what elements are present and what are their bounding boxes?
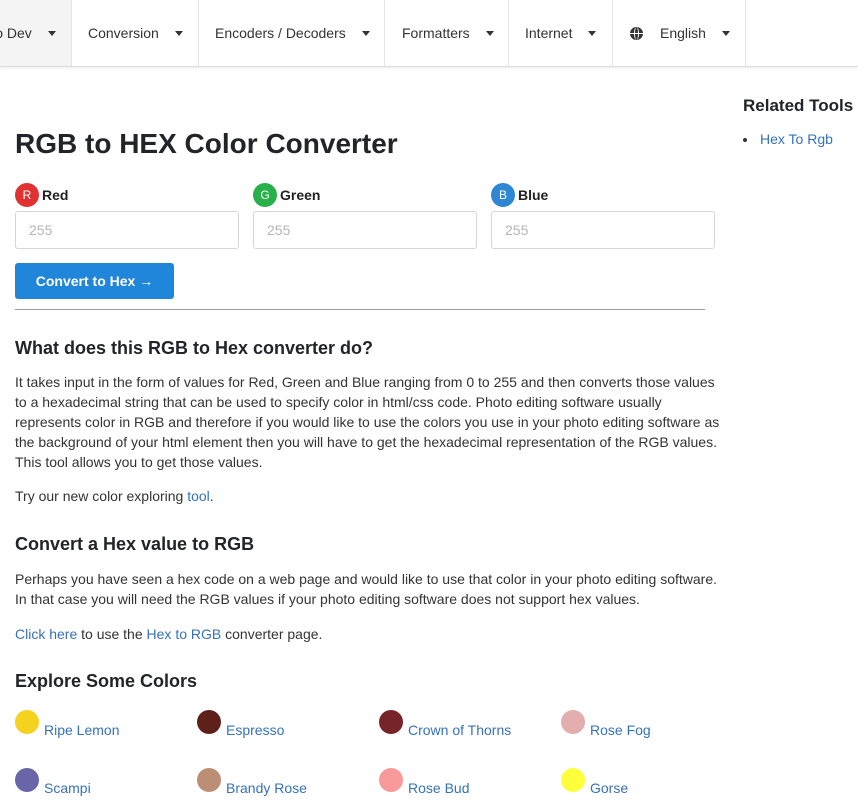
blue-input[interactable] (491, 211, 715, 249)
convert-to-hex-button[interactable]: Convert to Hex → (15, 263, 174, 299)
caret-down-icon (47, 30, 56, 36)
color-swatch[interactable]: Scampi (15, 768, 91, 799)
green-input[interactable] (253, 211, 477, 249)
page-title: RGB to HEX Color Converter (15, 128, 398, 159)
color-swatch[interactable]: Ripe Lemon (15, 710, 120, 741)
nav-item-language[interactable]: English (613, 0, 746, 66)
green-label-text: Green (280, 187, 321, 203)
nav-item-formatters[interactable]: Formatters (385, 0, 509, 66)
color-name: Rose Fog (590, 722, 651, 738)
related-tools-title: Related Tools (743, 96, 854, 115)
red-badge: R (15, 183, 39, 207)
nav-item-label: Encoders / Decoders (215, 25, 346, 41)
green-badge: G (253, 183, 277, 207)
red-label: R Red (15, 183, 68, 207)
convert-heading: Convert a Hex value to RGB (15, 534, 255, 554)
caret-down-icon (721, 30, 730, 36)
color-name: Espresso (226, 722, 285, 738)
color-dot (15, 710, 39, 734)
nav-item-label: Formatters (402, 25, 470, 41)
top-navbar: o Dev Conversion Encoders / Decoders For… (0, 0, 858, 67)
try-prefix: Try our new color exploring (15, 488, 188, 504)
nav-item-label: English (660, 25, 706, 41)
blue-badge: B (491, 183, 515, 207)
related-tool-item: Hex To Rgb (743, 131, 833, 147)
click-middle: to use the (77, 626, 147, 642)
red-label-text: Red (42, 187, 69, 203)
nav-item-label: Conversion (88, 25, 159, 41)
color-swatch[interactable]: Brandy Rose (197, 768, 307, 799)
blue-label-text: Blue (518, 187, 549, 203)
caret-down-icon (588, 30, 597, 36)
what-heading: What does this RGB to Hex converter do? (15, 338, 374, 358)
color-swatch[interactable]: Rose Bud (379, 768, 470, 799)
color-swatch[interactable]: Espresso (197, 710, 285, 741)
nav-item-conversion[interactable]: Conversion (72, 0, 199, 66)
red-input[interactable] (15, 211, 239, 249)
nav-item-dev[interactable]: o Dev (0, 0, 72, 66)
color-name: Ripe Lemon (44, 722, 120, 738)
what-body: It takes input in the form of values for… (15, 374, 720, 470)
try-tool-text: Try our new color exploring tool. (15, 486, 720, 506)
color-swatch[interactable]: Rose Fog (561, 710, 651, 741)
caret-down-icon (485, 30, 494, 36)
convert-body: Perhaps you have seen a hex code on a we… (15, 571, 718, 607)
click-suffix: converter page. (221, 626, 323, 642)
color-name: Rose Bud (408, 780, 470, 796)
caret-down-icon (174, 30, 183, 36)
bullet-icon (743, 137, 747, 142)
explore-heading: Explore Some Colors (15, 671, 198, 691)
click-here-text: Click here to use the Hex to RGB convert… (15, 624, 720, 644)
color-swatch[interactable]: Crown of Thorns (379, 710, 512, 741)
click-here-link[interactable]: Click here (15, 626, 77, 642)
color-name: Brandy Rose (226, 780, 307, 796)
globe-icon (630, 26, 643, 40)
color-dot (197, 768, 221, 792)
hex-to-rgb-sidebar-link[interactable]: Hex To Rgb (760, 131, 833, 147)
nav-item-encoders-decoders[interactable]: Encoders / Decoders (199, 0, 385, 66)
green-label: G Green (253, 183, 320, 207)
color-name: Gorse (590, 780, 629, 796)
color-dot (561, 710, 585, 734)
try-suffix: . (209, 488, 214, 504)
nav-item-label: o Dev (0, 25, 32, 41)
color-dot (15, 768, 39, 792)
color-dot (561, 768, 585, 792)
color-dot (379, 768, 403, 792)
hex-to-rgb-link[interactable]: Hex to RGB (147, 626, 222, 642)
color-dot (379, 710, 403, 734)
color-dot (197, 710, 221, 734)
tool-link[interactable]: tool (187, 488, 210, 504)
color-name: Crown of Thorns (408, 722, 512, 738)
blue-label: B Blue (491, 183, 548, 207)
nav-item-label: Internet (525, 25, 573, 41)
nav-item-internet[interactable]: Internet (509, 0, 613, 66)
color-name: Scampi (44, 780, 91, 796)
color-swatch[interactable]: Gorse (561, 768, 629, 799)
caret-down-icon (361, 30, 370, 36)
divider (15, 309, 705, 310)
